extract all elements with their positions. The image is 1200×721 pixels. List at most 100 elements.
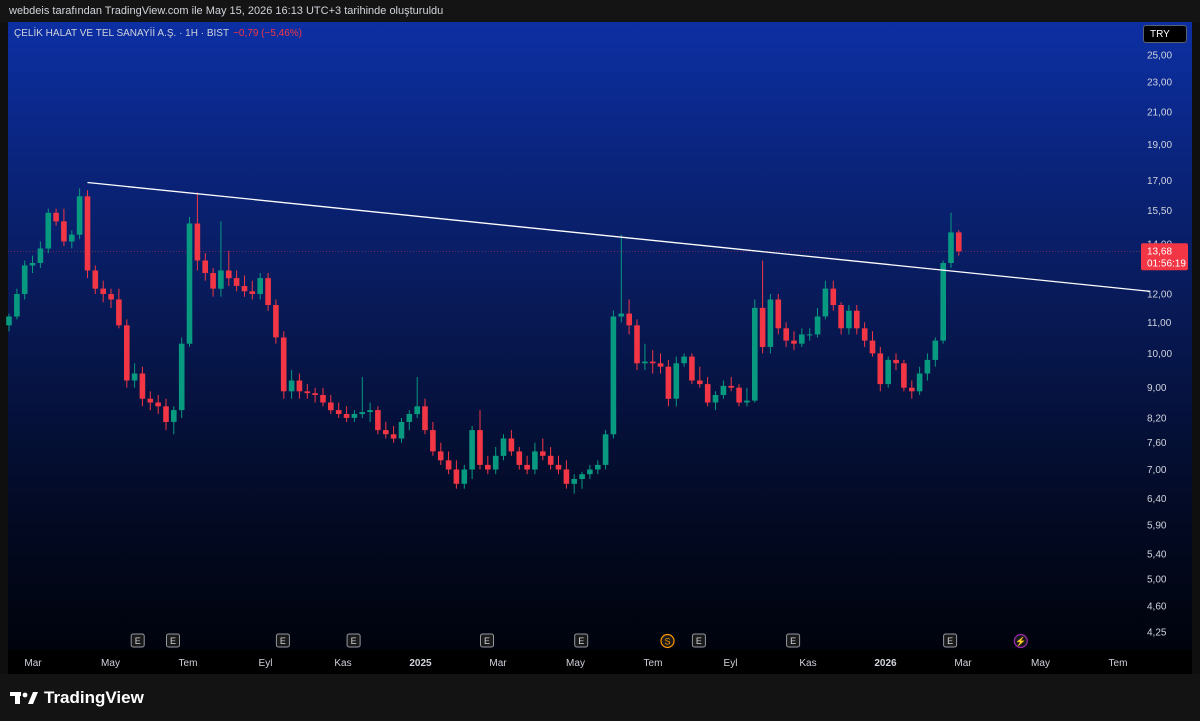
event-label: E [696,636,702,646]
time-tick-label: May [101,658,120,669]
candle-body [799,334,805,344]
brand-name: TradingView [44,688,144,707]
candle-body [547,455,554,465]
candle-body [854,310,860,329]
candle-body [6,316,12,326]
candle-body [728,385,734,388]
candle [147,391,154,411]
time-tick-label: 2026 [874,658,897,669]
candle [414,377,420,418]
candle [555,455,562,475]
candle [163,398,169,431]
candles [6,188,962,494]
candle [744,387,750,407]
candle [822,280,829,320]
candle [53,208,59,226]
candle-body [830,288,837,305]
candle [649,350,656,374]
candle-body [814,316,821,335]
candle-body [437,451,444,461]
candle-body [375,410,381,431]
candle-body [273,305,279,338]
currency-button[interactable]: TRY [1143,25,1187,43]
candle-body [571,479,577,484]
event-label: E [790,636,796,646]
price-tick-label: 19,00 [1147,140,1172,151]
candle [375,406,381,435]
candle [84,190,91,279]
candle [736,384,742,407]
event-markers: E E E E E E S E E E ⚡ [130,633,1028,649]
candle [948,212,954,268]
candle-body [37,248,44,263]
candle [469,426,475,479]
candle-body [720,385,727,395]
candle-body [806,334,813,336]
candle [37,241,44,268]
candle-body [186,223,193,344]
candle-body [689,356,695,381]
candle-body [124,325,130,381]
candle [304,384,311,399]
candle-body [406,414,413,422]
candle-body [500,438,507,456]
candle [288,370,295,399]
candle [547,447,554,470]
candle-body [697,380,703,385]
candle [500,434,507,461]
candle [359,377,365,418]
candle-body [359,412,365,415]
current-price-label: 13,68 [1147,246,1172,257]
candle-body [744,400,750,403]
candle-body [61,221,67,242]
candle [563,460,570,489]
candle-body [759,307,766,347]
candle [854,305,860,335]
candle-body [791,340,797,344]
candle-body [485,464,491,470]
candle-body [775,299,782,329]
candle [492,447,499,475]
trendline [87,181,1150,292]
event-label: S [664,637,670,647]
price-tick-label: 10,00 [1147,349,1172,360]
candle-body [100,288,106,294]
candle-body [343,414,350,418]
candle [775,294,782,335]
candle-body [312,393,318,395]
candle [524,455,530,475]
candle-body [516,451,523,465]
candle [689,353,695,385]
candle [29,255,36,273]
candle [532,442,538,475]
candle-body [351,414,358,418]
candle [367,402,373,422]
event-marker-earnings: E [166,633,180,648]
candle-body [736,387,742,403]
event-label: E [578,636,584,646]
candle-body [477,430,483,465]
candle-body [288,380,295,392]
candle [516,447,523,470]
price-tick-label: 9,00 [1147,383,1167,394]
time-tick-label: Kas [334,658,351,669]
candle-body [69,234,75,242]
time-tick-label: Mar [24,658,42,669]
candle [296,373,303,399]
price-tick-label: 8,20 [1147,414,1167,425]
candle-body [131,373,138,381]
tradingview-logo[interactable]: TradingView [10,688,144,708]
candle-body [924,359,931,374]
candle-body [610,316,617,435]
time-tick-label: May [566,658,585,669]
candle-body [14,294,20,317]
event-label: ⚡ [1015,636,1026,648]
candle-body [422,406,428,431]
candle [759,260,766,354]
change-label: −0,79 (−5,46%) [233,28,303,39]
candle [673,356,680,407]
candle [932,337,939,367]
candle-body [712,395,719,403]
candle [202,253,208,281]
candle-body [84,196,91,271]
